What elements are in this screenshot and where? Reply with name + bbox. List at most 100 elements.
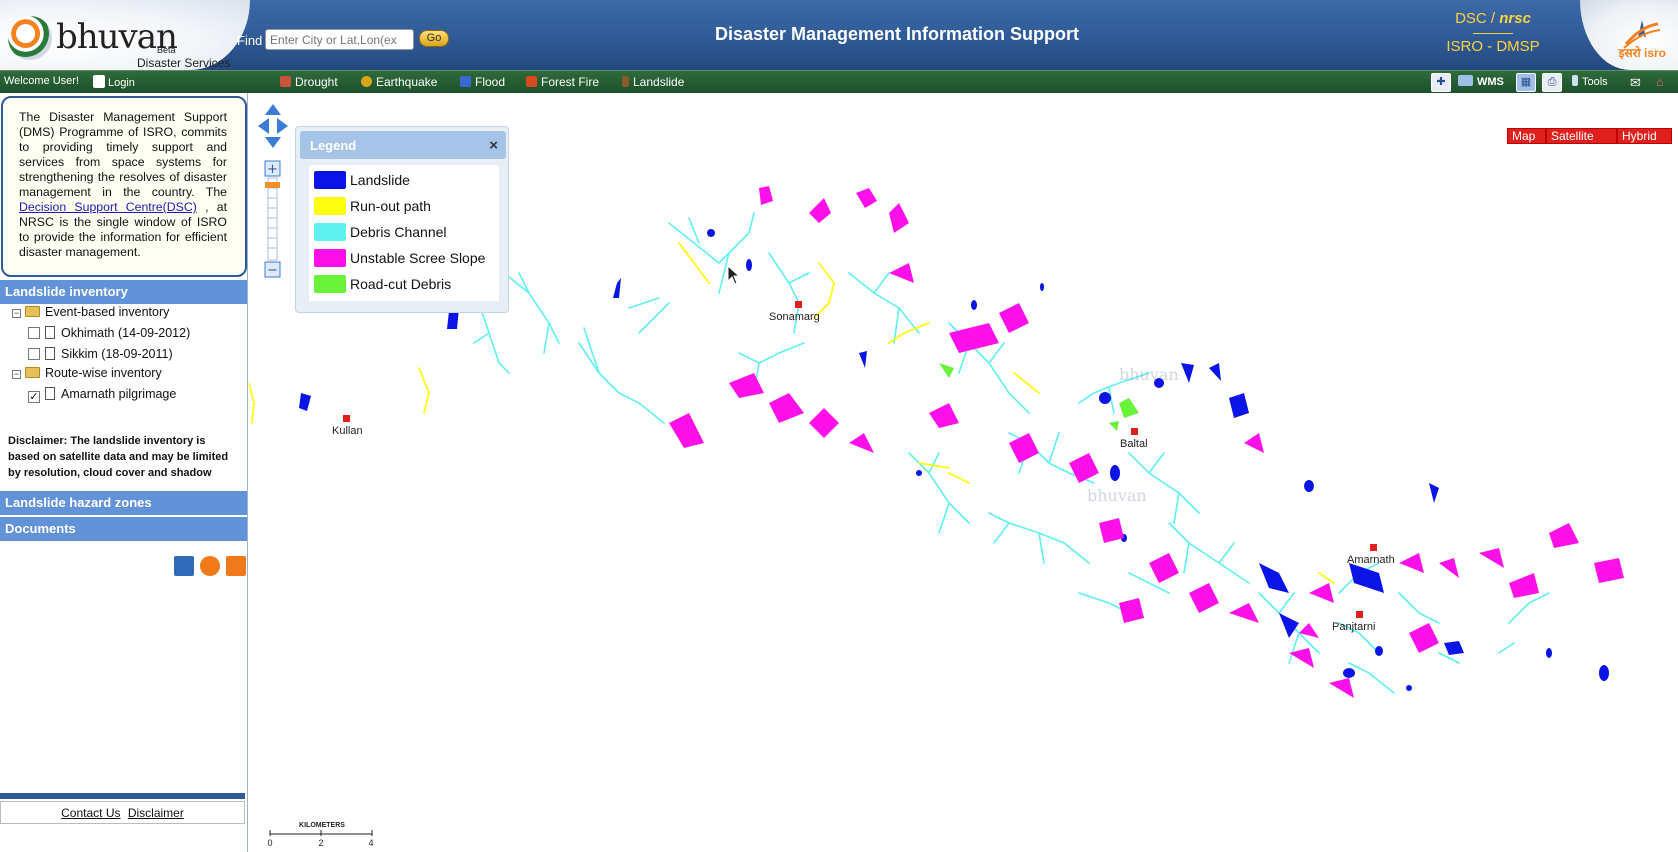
menu-landslide[interactable]: Landslide — [622, 75, 684, 89]
tree-node-event-based[interactable]: − Event-based inventory — [12, 305, 169, 319]
tools-label: Tools — [1582, 76, 1608, 88]
place-marker[interactable] — [795, 301, 802, 308]
tree-node-sikkim[interactable]: Sikkim (18-09-2011) — [28, 347, 173, 361]
print-button[interactable]: ⎙ — [1542, 73, 1562, 92]
menu-flood[interactable]: Flood — [460, 75, 505, 89]
legend-item-runout: Run-out path — [314, 197, 431, 217]
legend-label: Road-cut Debris — [350, 276, 452, 292]
home-icon[interactable]: ⌂ — [1656, 75, 1663, 89]
menu-forest-fire-label: Forest Fire — [541, 75, 600, 89]
tools-button[interactable]: Tools — [1572, 75, 1608, 88]
pan-control[interactable] — [255, 101, 291, 151]
nrsc-label: nrsc — [1499, 10, 1531, 27]
disclaimer-link[interactable]: Disclaimer — [128, 806, 184, 820]
rss-icon[interactable] — [226, 556, 246, 576]
welcome-text: Welcome User! — [4, 75, 79, 87]
place-marker[interactable] — [1370, 544, 1377, 551]
collapse-icon[interactable]: − — [12, 309, 21, 318]
go-button[interactable]: Go — [419, 30, 449, 47]
help-icon[interactable] — [200, 556, 220, 576]
tree-node-okhimath[interactable]: Okhimath (14-09-2012) — [28, 326, 190, 340]
tree-label: Sikkim (18-09-2011) — [61, 347, 173, 361]
tree-label: Event-based inventory — [45, 305, 170, 319]
document-icon — [45, 347, 55, 360]
pan-left-icon[interactable] — [258, 118, 269, 134]
place-marker[interactable] — [343, 415, 350, 422]
legend-item-debris-channel: Debris Channel — [314, 223, 447, 243]
place-label-sonamarg: Sonamarg — [769, 311, 820, 323]
amarnath-checkbox[interactable]: ✓ — [28, 391, 40, 403]
menu-drought-label: Drought — [295, 75, 338, 89]
dsc-link[interactable]: Decision Support Centre(DSC) — [19, 200, 197, 214]
mail-icon[interactable]: ✉ — [1630, 75, 1641, 91]
measure-button[interactable]: ▦ — [1516, 73, 1536, 92]
isro-logo-area: इसरो isro — [1580, 0, 1678, 70]
swatch-scree-slope — [314, 249, 346, 267]
find-input[interactable] — [265, 29, 414, 50]
wms-button[interactable]: WMS — [1458, 75, 1504, 88]
login-label: Login — [108, 77, 135, 89]
place-label-amarnath: Amarnath — [1347, 554, 1395, 566]
feedback-icon[interactable] — [174, 556, 194, 576]
folder-icon — [25, 306, 40, 317]
footer-bar — [0, 793, 245, 799]
intro-text: The Disaster Management Support (DMS) Pr… — [19, 110, 227, 199]
dsc-label: DSC / — [1455, 10, 1500, 27]
section-landslide-inventory[interactable]: Landslide inventory — [0, 280, 247, 304]
zoom-slider-handle[interactable] — [265, 182, 280, 188]
sikkim-checkbox[interactable] — [28, 348, 40, 360]
collapse-icon[interactable]: − — [12, 370, 21, 379]
bhuvan-emblem-icon — [8, 16, 52, 60]
legend-body: Landslide Run-out path Debris Channel Un… — [309, 165, 499, 301]
pan-right-icon[interactable] — [277, 118, 288, 134]
place-label-panjtarni: Panjtarni — [1332, 621, 1376, 633]
okhimath-checkbox[interactable] — [28, 327, 40, 339]
earthquake-icon — [361, 76, 372, 87]
tree-label: Amarnath pilgrimage — [61, 387, 177, 401]
menu-drought[interactable]: Drought — [280, 75, 338, 89]
contact-us-link[interactable]: Contact Us — [61, 806, 120, 820]
document-icon — [45, 326, 55, 339]
divider — [1473, 33, 1513, 34]
place-marker[interactable] — [1356, 611, 1363, 618]
logo-beta: Beta — [157, 45, 176, 55]
bhuvan-logo-area: bhuvan Beta Disaster Services — [0, 0, 250, 70]
section-hazard-zones[interactable]: Landslide hazard zones — [0, 491, 247, 515]
pan-down-icon[interactable] — [265, 137, 281, 148]
legend-label: Debris Channel — [350, 224, 447, 240]
inventory-disclaimer: Disclaimer: The landslide inventory is b… — [8, 435, 229, 479]
zoom-control[interactable]: + − — [264, 160, 281, 278]
place-label-kullan: Kullan — [332, 425, 363, 437]
login-button[interactable]: Login — [93, 75, 135, 89]
footer-links: Contact Us Disclaimer — [0, 801, 245, 824]
legend-header[interactable]: Legend × — [300, 131, 506, 159]
app-header: bhuvan Beta Disaster Services Find Go Di… — [0, 0, 1678, 70]
isro-text: इसरो isro — [1618, 46, 1666, 60]
map-type-hybrid[interactable]: Hybrid — [1617, 128, 1672, 144]
pan-up-icon[interactable] — [265, 104, 281, 115]
swatch-landslide — [314, 171, 346, 189]
close-icon[interactable]: × — [489, 137, 498, 154]
layers-icon — [1458, 75, 1473, 86]
legend-label: Landslide — [350, 172, 410, 188]
legend-label: Run-out path — [350, 198, 431, 214]
map-type-map[interactable]: Map — [1507, 128, 1546, 144]
legend-item-landslide: Landslide — [314, 171, 410, 191]
swatch-runout — [314, 197, 346, 215]
find-label: Find — [237, 33, 263, 48]
scale-tick: 4 — [368, 838, 373, 848]
watermark: bhuvan — [1087, 486, 1147, 505]
tree-label: Okhimath (14-09-2012) — [61, 326, 191, 340]
tree-node-route-wise[interactable]: − Route-wise inventory — [12, 366, 162, 380]
section-documents[interactable]: Documents — [0, 517, 247, 541]
legend-label: Unstable Scree Slope — [350, 250, 486, 266]
map-type-satellite[interactable]: Satellite — [1546, 128, 1617, 144]
tree-node-amarnath[interactable]: ✓ Amarnath pilgrimage — [28, 387, 176, 403]
map-view[interactable]: bhuvan bhuvan Sonamarg Kullan Baltal Ama… — [249, 93, 1678, 852]
add-layer-button[interactable]: ✚ — [1431, 73, 1451, 92]
menu-earthquake[interactable]: Earthquake — [361, 75, 437, 89]
menu-forest-fire[interactable]: Forest Fire — [526, 75, 599, 89]
place-marker[interactable] — [1131, 428, 1138, 435]
legend-panel: Legend × Landslide Run-out path Debris C… — [295, 126, 509, 313]
scale-tick: 2 — [318, 838, 323, 848]
